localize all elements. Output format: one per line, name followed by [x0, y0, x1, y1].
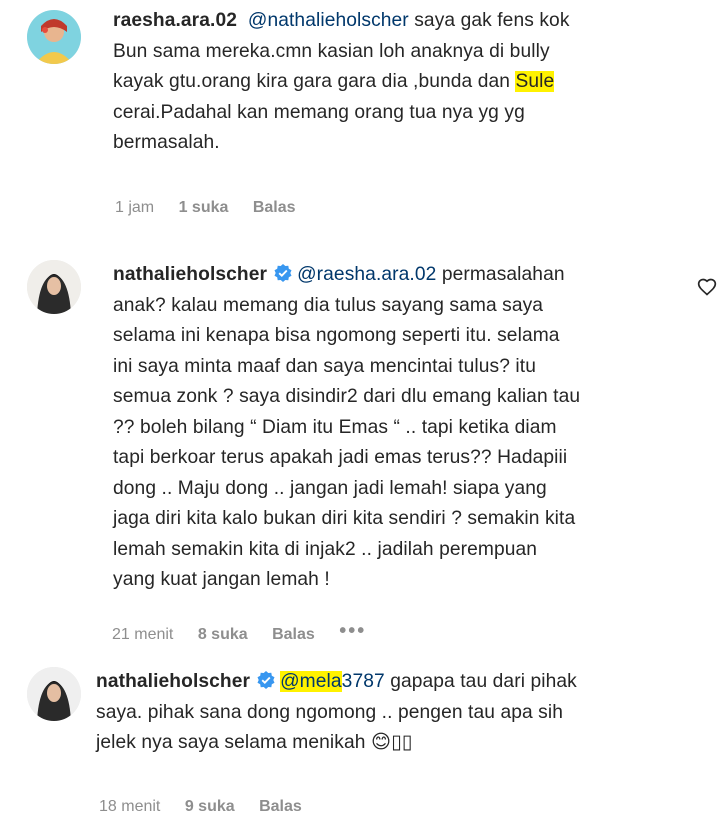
username-link[interactable]: nathalieholscher	[113, 264, 267, 285]
mention-link[interactable]: @nathalieholscher	[248, 10, 409, 31]
comment-meta: 1 jam 1 suka Balas	[115, 199, 316, 217]
comment-line: anak? kalau memang dia tulus sayang sama…	[113, 294, 544, 316]
verified-badge-icon	[274, 264, 292, 282]
like-count[interactable]: 9 suka	[185, 798, 235, 815]
comment-text: raesha.ara.02 @nathalieholscher saya gak…	[113, 6, 713, 159]
comment-line: tapi berkoar terus apakah jadi emas teru…	[113, 447, 568, 468]
comment-text: nathalieholscher @raesha.ara.02 permasala…	[113, 260, 703, 596]
comment-line: lemah semakin kita di injak2 .. jadilah …	[113, 538, 538, 560]
username-link[interactable]: raesha.ara.02	[113, 10, 237, 31]
timestamp[interactable]: 18 menit	[99, 798, 160, 815]
more-options-button[interactable]: •••	[339, 620, 366, 642]
highlighted-word: Sule	[515, 71, 555, 92]
mention-link[interactable]: 3787	[342, 671, 385, 692]
avatar[interactable]	[27, 10, 81, 64]
mention-link[interactable]: @raesha.ara.02	[297, 264, 436, 285]
comment-meta: 18 menit 9 suka Balas	[99, 798, 322, 816]
heart-like-icon[interactable]	[697, 277, 717, 297]
reply-button[interactable]: Balas	[272, 626, 315, 643]
comment-line: selama ini kenapa bisa ngomong seperti i…	[113, 325, 560, 346]
like-count[interactable]: 1 suka	[179, 199, 229, 216]
mention-link-highlighted[interactable]: @mela	[280, 671, 342, 692]
reply-button[interactable]: Balas	[253, 199, 296, 216]
comment-text-fragment: saya gak fens kok	[408, 10, 570, 31]
comment-line: ini saya minta maaf dan saya mencintai t…	[113, 355, 536, 377]
comment-line: bermasalah.	[113, 132, 220, 153]
comment-line: yang kuat jangan lemah !	[113, 569, 330, 590]
avatar-photo-icon	[27, 260, 81, 314]
comment-line: ?? boleh bilang “ Diam itu Emas “ .. tap…	[113, 416, 557, 438]
comment-text-fragment: gapapa tau dari pihak	[384, 671, 577, 692]
avatar[interactable]	[27, 260, 81, 314]
comment-line: jelek nya saya selama menikah 😊▯▯	[96, 732, 413, 753]
comment-line: saya. pihak sana dong ngomong .. pengen …	[96, 701, 564, 723]
comment-text-fragment: permasalahan	[436, 264, 565, 285]
comment-line: jaga diri kita kalo bukan diri kita send…	[113, 508, 576, 529]
comment-text-fragment: kayak gtu.orang kira gara gara dia ,bund…	[113, 71, 516, 92]
reply-button[interactable]: Balas	[259, 798, 302, 815]
comment-line: cerai.Padahal kan memang orang tua nya y…	[113, 101, 525, 123]
timestamp[interactable]: 1 jam	[115, 199, 154, 216]
comment-line: Bun sama mereka.cmn kasian loh anaknya d…	[113, 40, 550, 62]
timestamp[interactable]: 21 menit	[112, 626, 173, 643]
avatar-photo-icon	[27, 667, 81, 721]
like-count[interactable]: 8 suka	[198, 626, 248, 643]
comment-text: nathalieholscher @mela3787 gapapa tau dar…	[96, 667, 716, 759]
comment-line: dong .. Maju dong .. jangan jadi lemah! …	[113, 477, 547, 499]
username-link[interactable]: nathalieholscher	[96, 671, 250, 692]
avatar-photo-icon	[27, 10, 81, 64]
comment-meta: 21 menit 8 suka Balas •••	[112, 620, 386, 644]
avatar[interactable]	[27, 667, 81, 721]
verified-badge-icon	[257, 671, 275, 689]
comment-line: semua zonk ? saya disindir2 dari dlu ema…	[113, 386, 581, 407]
